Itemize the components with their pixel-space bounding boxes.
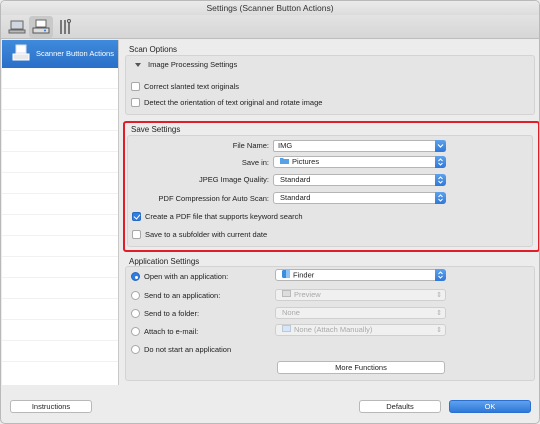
instructions-button[interactable]: Instructions <box>10 400 92 413</box>
image-processing-disclosure[interactable]: Image Processing Settings <box>135 60 237 69</box>
sidebar-row <box>2 131 118 152</box>
sidebar-row <box>2 278 118 299</box>
attach-email-value: None (Attach Manually) <box>294 325 373 334</box>
general-settings-tab[interactable] <box>53 16 77 38</box>
radio-button[interactable] <box>131 291 140 300</box>
checkbox-box[interactable] <box>131 98 140 107</box>
send-folder-select[interactable]: None ⇕ <box>275 307 446 319</box>
image-processing-label: Image Processing Settings <box>148 60 238 69</box>
do-not-start-label: Do not start an application <box>144 345 232 354</box>
scanner-tab[interactable] <box>29 16 53 38</box>
envelope-icon <box>282 325 291 335</box>
ok-button[interactable]: OK <box>449 400 531 413</box>
radio-button[interactable] <box>131 327 140 336</box>
computer-tab[interactable] <box>5 16 29 38</box>
do-not-start-radio[interactable]: Do not start an application <box>131 345 231 354</box>
checkbox-box[interactable] <box>131 82 140 91</box>
sidebar-row <box>2 215 118 236</box>
attach-email-label: Attach to e-mail: <box>144 327 199 336</box>
send-folder-value: None <box>282 308 300 317</box>
tools-icon <box>60 19 71 34</box>
send-app-radio[interactable]: Send to an application: <box>131 291 220 300</box>
sidebar-item-label: Scanner Button Actions <box>36 49 114 58</box>
detect-orientation-label: Detect the orientation of text original … <box>144 98 323 107</box>
window-title: Settings (Scanner Button Actions) <box>1 1 539 15</box>
detect-orientation-checkbox[interactable]: Detect the orientation of text original … <box>131 98 322 107</box>
sidebar-row <box>2 320 118 341</box>
updown-arrows-icon: ⇕ <box>436 310 442 317</box>
correct-slanted-checkbox[interactable]: Correct slanted text originals <box>131 82 239 91</box>
sidebar-row <box>2 236 118 257</box>
sidebar-row <box>2 194 118 215</box>
attach-email-select[interactable]: None (Attach Manually) ⇕ <box>275 324 446 336</box>
sidebar-row <box>2 110 118 131</box>
sidebar-row <box>2 257 118 278</box>
sidebar-row <box>2 173 118 194</box>
open-with-select[interactable]: Finder <box>275 269 446 281</box>
updown-arrows-icon: ⇕ <box>436 327 442 334</box>
scanner-icon <box>12 44 30 61</box>
open-with-radio[interactable]: Open with an application: <box>131 272 228 281</box>
radio-button[interactable] <box>131 345 140 354</box>
save-settings-highlight <box>123 121 539 252</box>
scanner-icon <box>32 19 50 34</box>
attach-email-radio[interactable]: Attach to e-mail: <box>131 327 198 336</box>
send-app-value: Preview <box>294 290 321 299</box>
send-app-select[interactable]: Preview ⇕ <box>275 289 446 301</box>
finder-icon <box>282 270 290 281</box>
sidebar-row <box>2 89 118 110</box>
preview-icon <box>282 290 291 300</box>
open-with-value: Finder <box>293 270 315 280</box>
sidebar: Scanner Button Actions <box>2 40 119 385</box>
updown-arrows-icon <box>438 271 443 279</box>
sidebar-row <box>2 152 118 173</box>
sidebar-item-scanner-button-actions[interactable]: Scanner Button Actions <box>2 40 118 68</box>
radio-button[interactable] <box>131 272 140 281</box>
updown-arrows-icon: ⇕ <box>436 292 442 299</box>
sidebar-row <box>2 341 118 362</box>
toolbar <box>1 15 539 39</box>
settings-window: Settings (Scanner Button Actions) Scanne… <box>0 0 540 424</box>
send-folder-radio[interactable]: Send to a folder: <box>131 309 199 318</box>
open-with-label: Open with an application: <box>144 272 229 281</box>
open-with-arrows <box>435 269 446 281</box>
correct-slanted-label: Correct slanted text originals <box>144 82 240 91</box>
scan-options-title: Scan Options <box>129 45 178 54</box>
sidebar-row <box>2 68 118 89</box>
send-app-label: Send to an application: <box>144 291 221 300</box>
more-functions-button[interactable]: More Functions <box>277 361 445 374</box>
disclosure-triangle-icon <box>135 62 141 67</box>
defaults-button[interactable]: Defaults <box>359 400 441 413</box>
application-settings-title: Application Settings <box>129 257 200 266</box>
sidebar-row <box>2 299 118 320</box>
send-folder-label: Send to a folder: <box>144 309 200 318</box>
computer-icon <box>8 20 26 34</box>
radio-button[interactable] <box>131 309 140 318</box>
